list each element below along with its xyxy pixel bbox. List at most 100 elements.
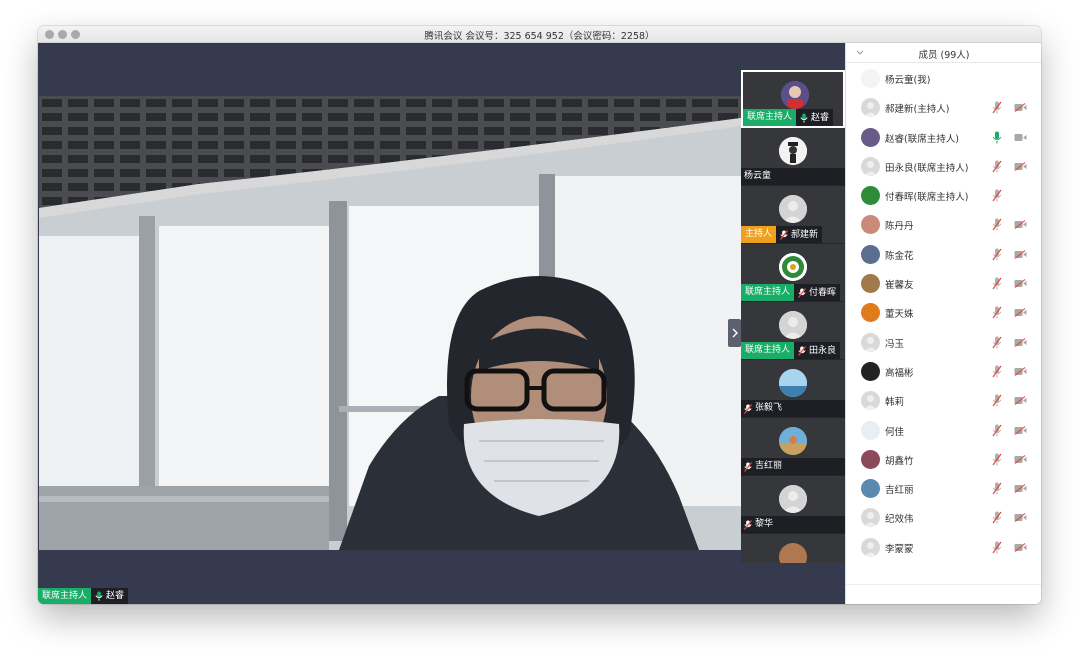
camera-off-icon[interactable] xyxy=(1014,279,1027,289)
mic-muted-icon[interactable] xyxy=(992,248,1002,261)
tile-name: 张毅飞 xyxy=(755,403,783,413)
mic-muted-icon xyxy=(798,345,806,356)
video-strip[interactable]: 联席主持人 赵睿 杨云童 主持人 郝建新 联席主持人 付春晖 联席主持人 田永良… xyxy=(741,70,845,563)
mic-muted-icon[interactable] xyxy=(992,394,1002,407)
video-tile-tianyongliang[interactable]: 联席主持人 田永良 xyxy=(741,302,845,360)
member-list[interactable]: 杨云童(我) 郝建新(主持人) 赵睿(联席主持人) 田永良(联席主持人) 付春晖(联席主… xyxy=(846,64,1041,562)
mic-muted-icon[interactable] xyxy=(992,189,1002,202)
logo-avatar-icon xyxy=(779,253,807,281)
mic-muted-icon[interactable] xyxy=(992,160,1002,173)
avatar xyxy=(861,537,880,557)
video-tile-partial[interactable] xyxy=(741,534,845,563)
mic-muted-icon[interactable] xyxy=(992,365,1002,378)
tile-name-label: 田永良 xyxy=(794,342,841,359)
member-row[interactable]: 李蒙蒙 xyxy=(846,533,1041,562)
member-row[interactable]: 冯玉 xyxy=(846,328,1041,357)
mic-muted-icon[interactable] xyxy=(992,424,1002,437)
tile-name: 黎华 xyxy=(755,519,774,529)
avatar xyxy=(861,361,880,381)
camera-off-icon[interactable] xyxy=(1014,308,1027,318)
member-row[interactable]: 胡鑫竹 xyxy=(846,445,1041,474)
mic-muted-icon[interactable] xyxy=(992,482,1002,495)
mic-muted-icon[interactable] xyxy=(992,336,1002,349)
members-panel-title: 成员 (99人) xyxy=(918,50,970,61)
photo-avatar-icon xyxy=(779,369,807,397)
avatar xyxy=(861,391,880,411)
camera-off-icon[interactable] xyxy=(1014,367,1027,376)
member-row[interactable]: 陈丹丹 xyxy=(846,210,1041,239)
mic-muted-icon[interactable] xyxy=(992,453,1002,466)
mic-muted-icon[interactable] xyxy=(992,277,1002,290)
mic-muted-icon[interactable] xyxy=(992,541,1002,554)
member-row[interactable]: 田永良(联席主持人) xyxy=(846,152,1041,181)
tile-role-tag: 联席主持人 xyxy=(741,284,795,301)
camera-off-icon[interactable] xyxy=(1014,425,1027,435)
camera-off-icon[interactable] xyxy=(1014,542,1027,552)
camera-off-icon[interactable] xyxy=(1014,396,1027,406)
member-row[interactable]: 郝建新(主持人) xyxy=(846,93,1041,122)
mic-muted-icon[interactable] xyxy=(992,218,1002,231)
mic-on-icon[interactable] xyxy=(992,131,1002,144)
camera-off-icon[interactable] xyxy=(1014,484,1027,494)
avatar xyxy=(861,508,880,528)
video-tile-fuchunhui[interactable]: 联席主持人 付春晖 xyxy=(741,244,845,302)
tile-name-label: 黎华 xyxy=(741,516,845,533)
member-name: 付春晖(联席主持人) xyxy=(885,192,969,204)
main-video-speaker-tag: 联席主持人 赵睿 xyxy=(38,588,129,604)
tile-name: 郝建新 xyxy=(791,229,819,240)
avatar xyxy=(861,69,880,88)
meeting-window: 腾讯会议 会议号：325 654 952（会议密码：2258） 联席主持人 赵睿… xyxy=(38,26,1041,604)
mic-muted-icon[interactable] xyxy=(992,511,1002,524)
member-name: 冯玉 xyxy=(885,338,905,350)
member-row[interactable]: 崔馨友 xyxy=(846,269,1041,298)
video-tile-zhangyifei[interactable]: 张毅飞 xyxy=(741,360,845,418)
photo-avatar-icon xyxy=(779,543,807,563)
default-avatar-icon xyxy=(779,311,807,339)
video-tile-haojianxin[interactable]: 主持人 郝建新 xyxy=(741,186,845,244)
mic-muted-icon xyxy=(744,461,752,472)
member-row[interactable]: 杨云童(我) xyxy=(846,64,1041,93)
mic-muted-icon[interactable] xyxy=(992,306,1002,319)
collapse-strip-button[interactable] xyxy=(728,319,741,347)
photo-avatar-icon xyxy=(779,137,807,165)
default-avatar-icon xyxy=(779,485,807,513)
video-area: 联席主持人 赵睿 联席主持人 赵睿 杨云童 主持人 郝建新 联席主持人 付春晖 … xyxy=(38,43,845,604)
member-row[interactable]: 董天姝 xyxy=(846,298,1041,327)
mic-on-icon xyxy=(800,113,808,123)
title-bar: 腾讯会议 会议号：325 654 952（会议密码：2258） xyxy=(38,26,1041,43)
video-tile-jihongli[interactable]: 吉红丽 xyxy=(741,418,845,476)
video-tile-yangyuntong[interactable]: 杨云童 xyxy=(741,128,845,186)
camera-off-icon[interactable] xyxy=(1014,161,1027,171)
member-name: 吉红丽 xyxy=(885,485,914,497)
camera-off-icon[interactable] xyxy=(1014,249,1027,259)
member-row[interactable]: 韩莉 xyxy=(846,386,1041,415)
member-name: 胡鑫竹 xyxy=(885,455,914,467)
default-avatar-icon xyxy=(779,195,807,223)
tile-label: 主持人 郝建新 xyxy=(741,226,823,243)
camera-off-icon[interactable] xyxy=(1014,103,1027,113)
member-name: 陈金花 xyxy=(885,250,914,262)
member-row[interactable]: 吉红丽 xyxy=(846,474,1041,503)
photo-avatar-icon xyxy=(781,81,809,109)
camera-off-icon[interactable] xyxy=(1014,337,1027,347)
member-row[interactable]: 何佳 xyxy=(846,416,1041,445)
video-tile-lihua[interactable]: 黎华 xyxy=(741,476,845,534)
member-row[interactable]: 高福彬 xyxy=(846,357,1041,386)
member-row[interactable]: 付春晖(联席主持人) xyxy=(846,181,1041,210)
camera-off-icon[interactable] xyxy=(1014,513,1027,523)
camera-off-icon[interactable] xyxy=(1014,454,1027,464)
video-tile-zhaorui[interactable]: 联席主持人 赵睿 xyxy=(741,70,845,128)
member-row[interactable]: 陈金花 xyxy=(846,240,1041,269)
main-video[interactable] xyxy=(39,96,741,550)
camera-off-icon[interactable] xyxy=(1014,220,1027,230)
member-row[interactable]: 纪效伟 xyxy=(846,503,1041,532)
mic-muted-icon[interactable] xyxy=(992,101,1002,114)
avatar xyxy=(861,332,880,352)
member-row[interactable]: 赵睿(联席主持人) xyxy=(846,123,1041,152)
member-name: 崔馨友 xyxy=(885,280,914,292)
tile-name-label: 杨云童 xyxy=(741,168,845,185)
camera-on-icon[interactable] xyxy=(1014,133,1027,142)
tile-name-label: 张毅飞 xyxy=(741,400,845,417)
tile-name: 田永良 xyxy=(809,345,837,356)
avatar xyxy=(861,303,880,323)
